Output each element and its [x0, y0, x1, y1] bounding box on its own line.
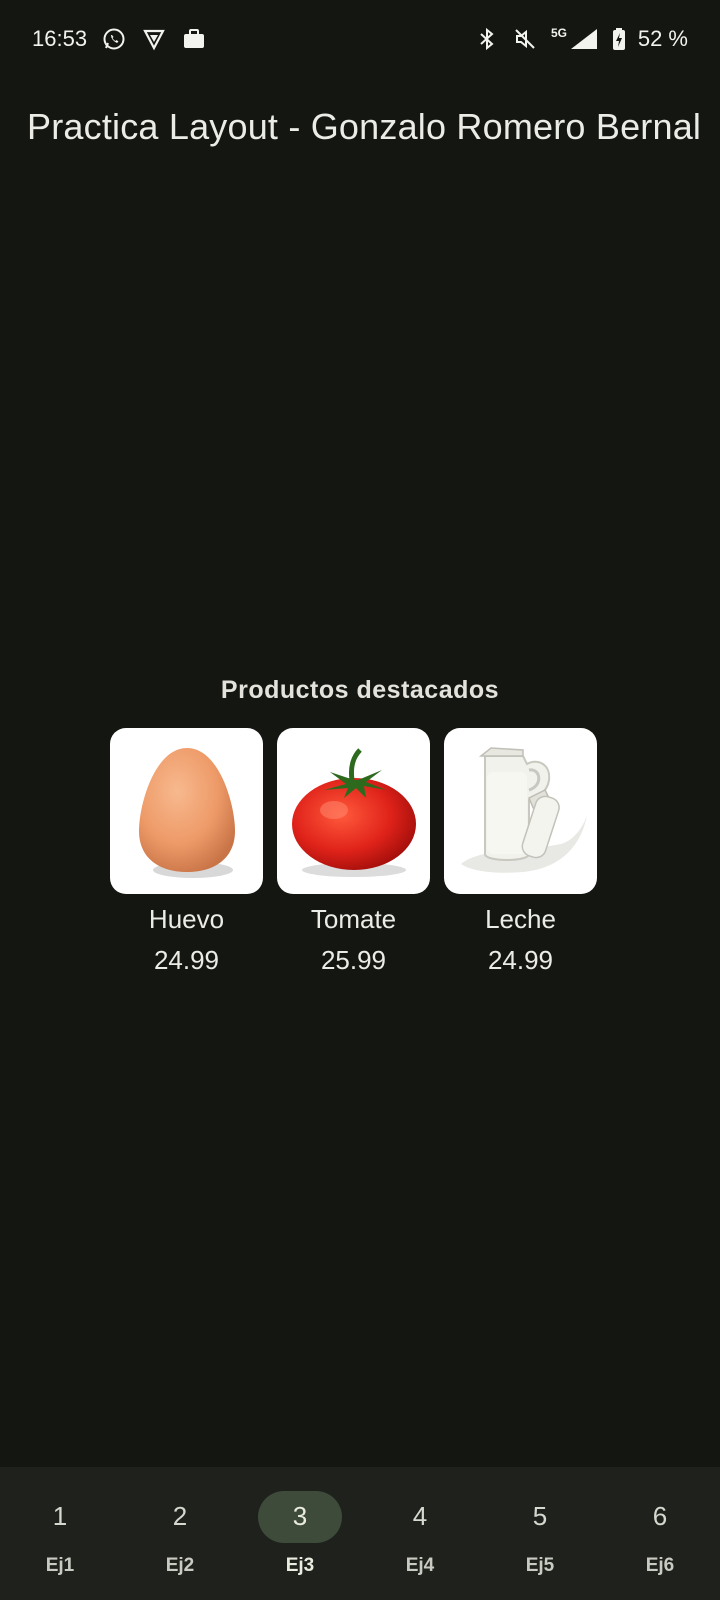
product-card-tomato[interactable]: Tomate 25.99 [277, 728, 430, 976]
milk-image [444, 728, 597, 894]
battery-charging-icon [612, 26, 626, 52]
product-card-milk[interactable]: Leche 24.99 [444, 728, 597, 976]
section-title: Productos destacados [220, 676, 500, 704]
product-name: Tomate [310, 904, 397, 934]
nav-number: 6 [652, 1501, 668, 1531]
5g-signal-icon: 5G [550, 26, 600, 52]
nav-number: 4 [412, 1501, 428, 1531]
nav-label: Ej6 [645, 1554, 675, 1576]
nav-label: Ej2 [165, 1554, 195, 1576]
battery-percentage: 52 % [637, 26, 688, 51]
vpn-shield-icon [141, 26, 167, 52]
nav-label: Ej5 [525, 1554, 555, 1576]
mute-icon [512, 26, 538, 52]
app-title: Practica Layout - Gonzalo Romero Bernal [27, 106, 702, 147]
product-card-egg[interactable]: Huevo 24.99 [110, 728, 263, 976]
product-price: 24.99 [487, 945, 554, 975]
nav-label: Ej1 [45, 1554, 75, 1576]
svg-text:5G: 5G [551, 27, 567, 40]
nav-item-ej1[interactable]: 1 Ej1 [0, 1491, 120, 1577]
nav-number: 1 [52, 1501, 68, 1531]
product-name: Leche [485, 904, 556, 934]
egg-image [110, 728, 263, 894]
status-bar: 16:53 5G 52 % [0, 0, 720, 78]
nav-item-ej2[interactable]: 2 Ej2 [120, 1491, 240, 1577]
featured-products-row: Huevo 24.99 Tomate 25.99 Leche 24.99 [110, 728, 597, 976]
tomato-image [277, 728, 430, 894]
product-name: Huevo [148, 904, 225, 934]
nav-item-ej5[interactable]: 5 Ej5 [480, 1491, 600, 1577]
nav-number: 2 [172, 1501, 188, 1531]
whatsapp-icon [101, 26, 127, 52]
bluetooth-icon [474, 26, 500, 52]
product-price: 25.99 [320, 945, 387, 975]
bottom-navigation-bar: 1 Ej1 2 Ej2 3 Ej3 4 Ej4 5 Ej5 6 Ej6 [0, 1467, 720, 1600]
nav-item-ej3[interactable]: 3 Ej3 [240, 1490, 360, 1577]
status-time: 16:53 [32, 26, 88, 51]
nav-item-ej6[interactable]: 6 Ej6 [600, 1491, 720, 1577]
nav-item-ej4[interactable]: 4 Ej4 [360, 1491, 480, 1577]
nav-number-active-indicator: 3 [258, 1490, 342, 1543]
nav-label: Ej3 [285, 1554, 315, 1576]
work-briefcase-icon [181, 26, 207, 52]
product-price: 24.99 [153, 945, 220, 975]
nav-number: 5 [532, 1501, 548, 1531]
nav-label: Ej4 [405, 1554, 435, 1576]
